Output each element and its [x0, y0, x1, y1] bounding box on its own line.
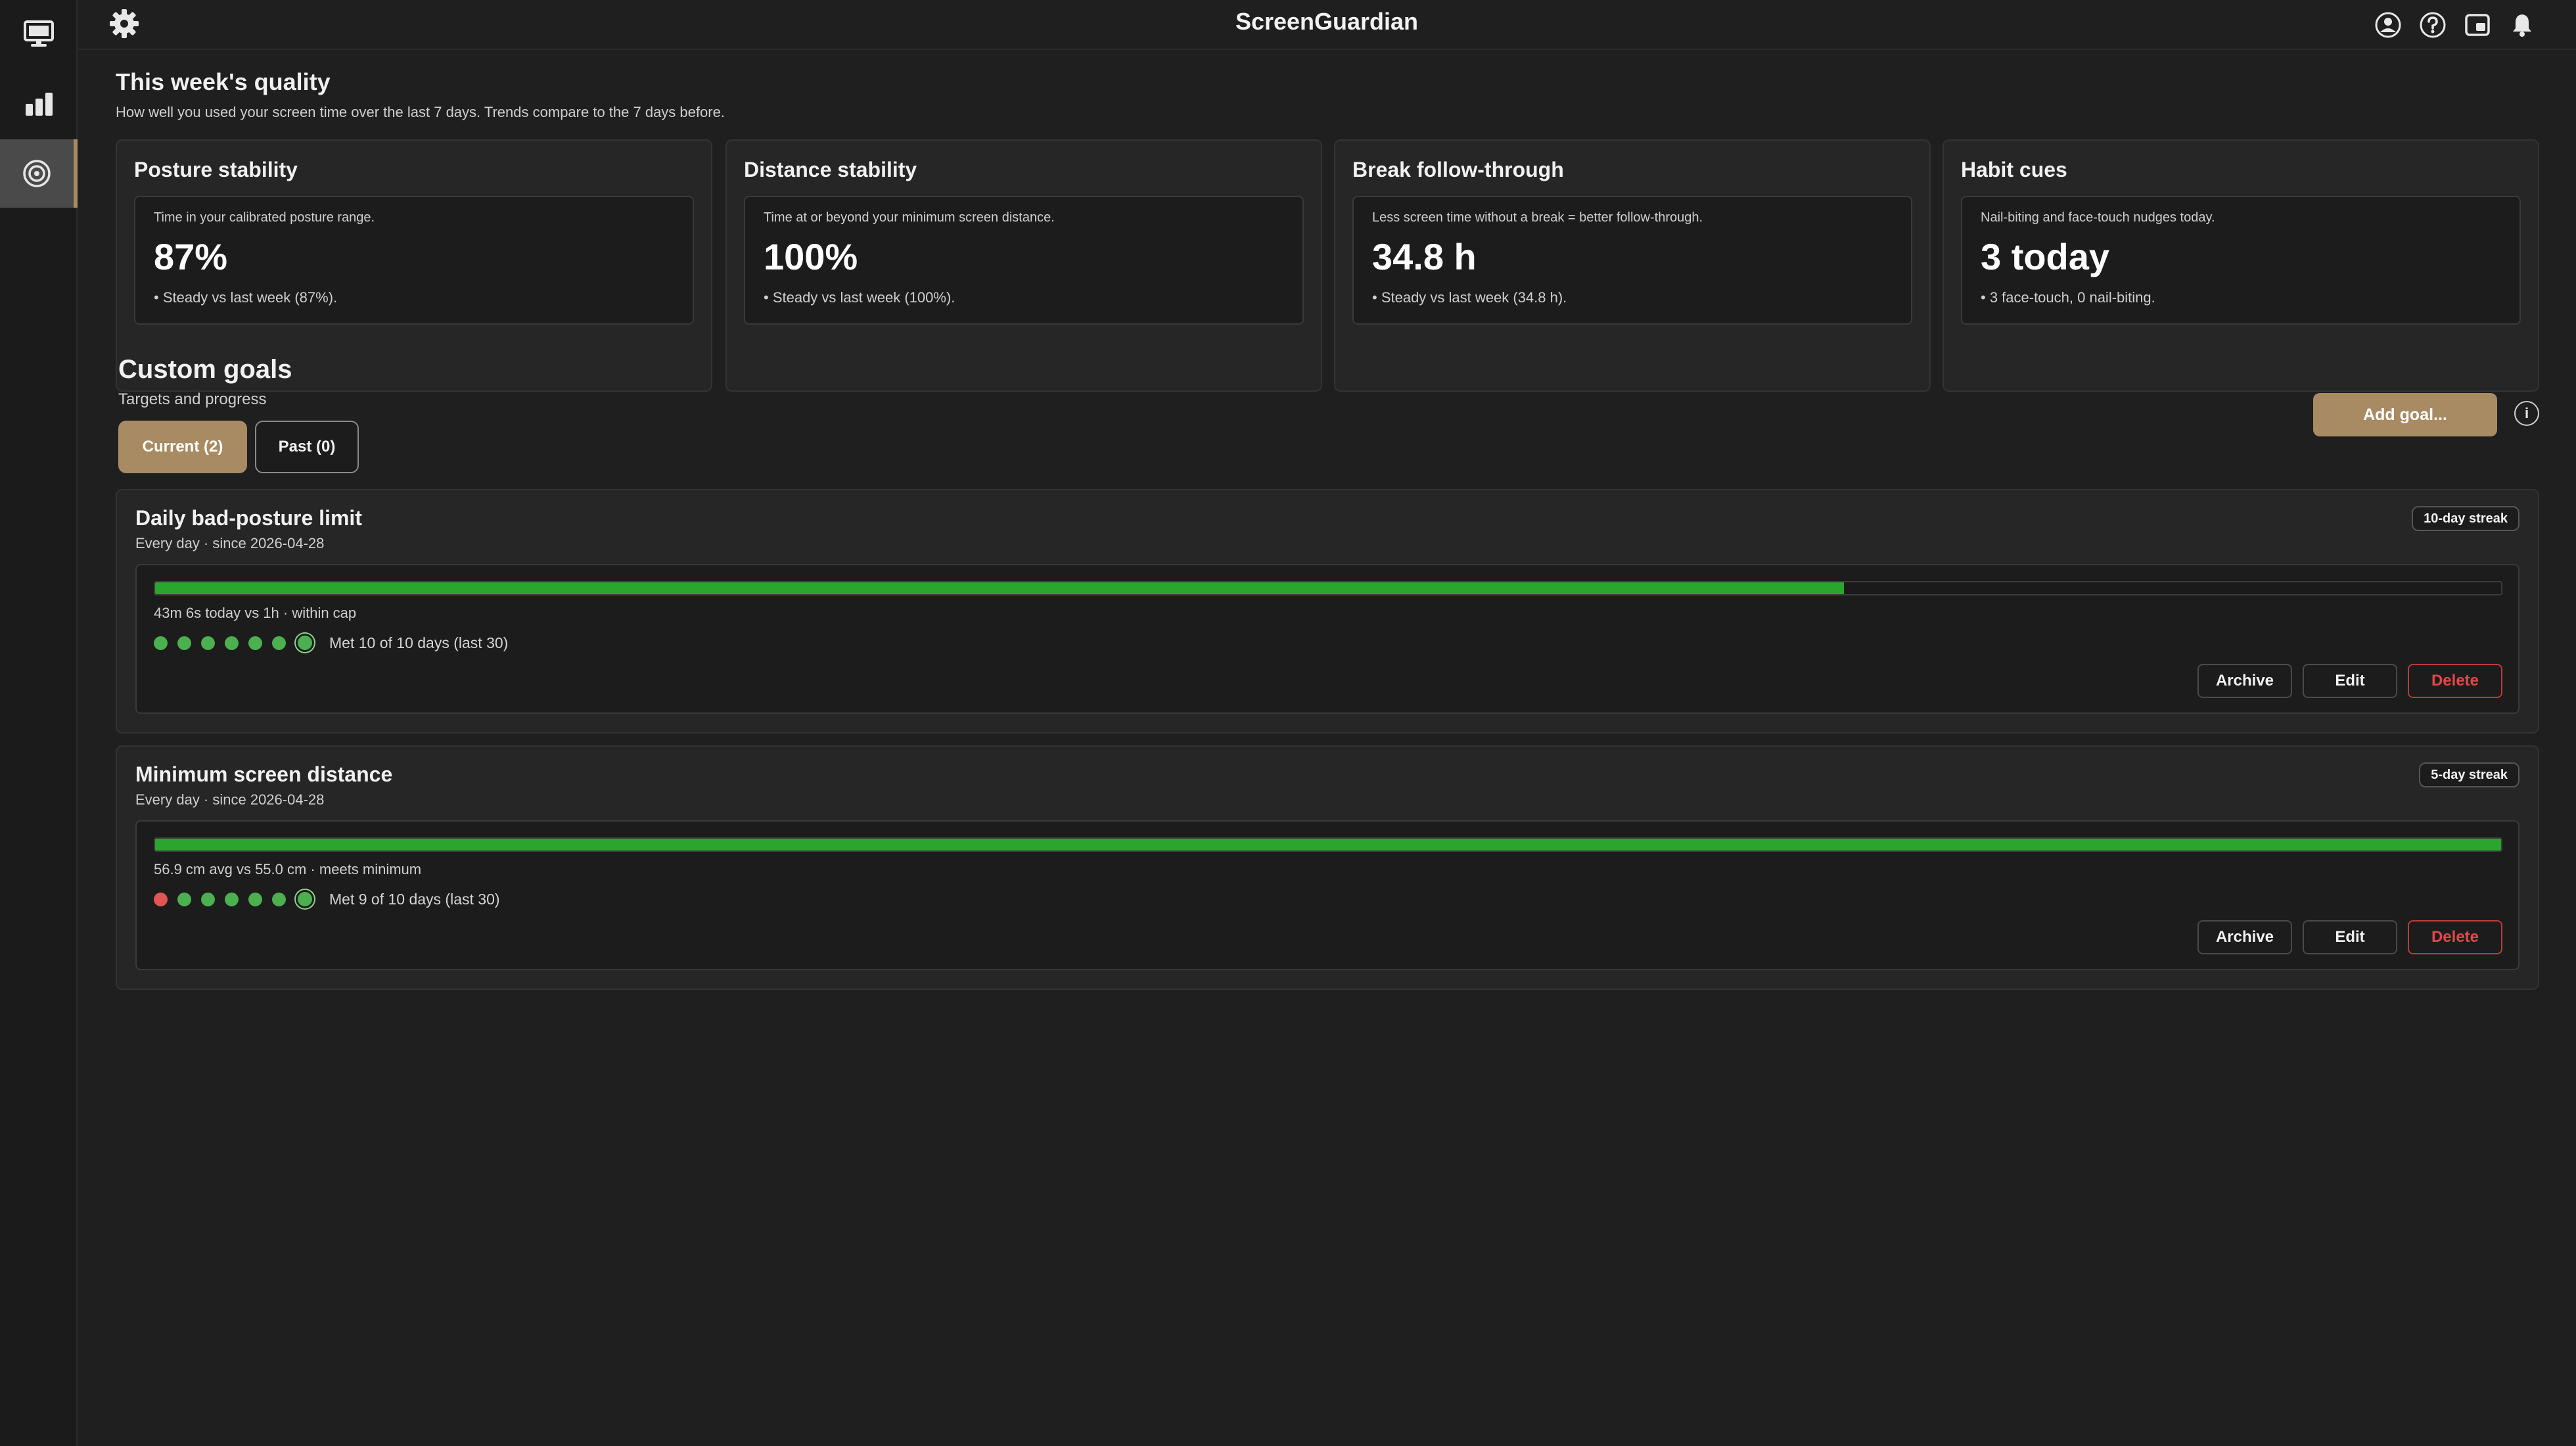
help-icon — [2420, 12, 2446, 38]
goal-title: Minimum screen distance — [135, 762, 393, 786]
goal-actions: Archive Edit Delete — [2197, 920, 2502, 954]
progress-bar — [154, 837, 2502, 852]
metric-value: 100% — [764, 236, 858, 277]
delete-button[interactable]: Delete — [2408, 664, 2502, 698]
goals-subtitle: Targets and progress — [118, 390, 267, 408]
met-summary: Met 10 of 10 days (last 30) — [329, 634, 509, 651]
day-status-dot — [177, 636, 191, 650]
notifications-button[interactable] — [2506, 9, 2538, 41]
day-status-dot — [272, 636, 286, 650]
main-content: This week's quality How well you used yo… — [78, 51, 2576, 1446]
target-icon — [23, 160, 51, 187]
metric-trend: • 3 face-touch, 0 nail-biting. — [1981, 289, 2155, 306]
metric-panel: Time at or beyond your minimum screen di… — [744, 196, 1304, 325]
day-history: Met 9 of 10 days (last 30) — [154, 890, 500, 908]
metric-title: Habit cues — [1961, 158, 2067, 181]
add-goal-button[interactable]: Add goal... — [2313, 393, 2497, 436]
app-title: ScreenGuardian — [1235, 8, 1419, 35]
goal-schedule: Every day · since 2026-04-28 — [135, 791, 325, 808]
day-status-dot — [201, 636, 215, 650]
metric-value: 87% — [154, 236, 228, 277]
archive-button[interactable]: Archive — [2197, 920, 2292, 954]
metric-description: Less screen time without a break = bette… — [1372, 210, 1703, 225]
account-icon — [2375, 12, 2401, 38]
metric-trend: • Steady vs last week (87%). — [154, 289, 338, 306]
metric-card-distance: Distance stability Time at or beyond you… — [725, 139, 1322, 392]
day-status-dot — [296, 634, 314, 652]
metric-value: 3 today — [1981, 236, 2110, 277]
metric-description: Time at or beyond your minimum screen di… — [764, 210, 1055, 225]
metric-panel: Nail-biting and face-touch nudges today.… — [1961, 196, 2521, 325]
progress-bar — [154, 581, 2502, 595]
bar-chart-icon — [26, 93, 53, 116]
day-status-dot — [154, 892, 168, 906]
quality-title: This week's quality — [116, 68, 331, 95]
app-window: ScreenGuardian This week's quality How w… — [0, 0, 2576, 1446]
sidebar-item-monitor[interactable] — [0, 0, 78, 68]
streak-badge: 10-day streak — [2412, 506, 2519, 531]
bell-icon — [2513, 14, 2531, 37]
monitor-icon — [24, 20, 54, 47]
day-status-dot — [225, 636, 239, 650]
metric-card-habits: Habit cues Nail-biting and face-touch nu… — [1943, 139, 2539, 392]
day-status-dot — [272, 892, 286, 906]
day-status-dot — [154, 636, 168, 650]
day-status-dot — [225, 892, 239, 906]
day-history: Met 10 of 10 days (last 30) — [154, 634, 508, 652]
account-button[interactable] — [2372, 9, 2404, 41]
help-button[interactable] — [2417, 9, 2449, 41]
metric-panel: Less screen time without a break = bette… — [1352, 196, 1912, 325]
info-icon[interactable]: i — [2514, 401, 2539, 426]
goal-stat: 56.9 cm avg vs 55.0 cm · meets minimum — [154, 861, 422, 877]
day-status-dot — [201, 892, 215, 906]
streak-badge: 5-day streak — [2419, 762, 2519, 787]
day-status-dot — [177, 892, 191, 906]
sidebar-item-stats[interactable] — [0, 70, 78, 138]
sidebar — [0, 0, 78, 1446]
metric-description: Nail-biting and face-touch nudges today. — [1981, 210, 2215, 225]
day-status-dot — [296, 890, 314, 908]
edit-button[interactable]: Edit — [2303, 920, 2397, 954]
top-icon-group — [2372, 9, 2538, 41]
met-summary: Met 9 of 10 days (last 30) — [329, 890, 500, 908]
goal-actions: Archive Edit Delete — [2197, 664, 2502, 698]
day-status-dot — [248, 636, 262, 650]
metric-description: Time in your calibrated posture range. — [154, 210, 375, 225]
metric-title: Break follow-through — [1352, 158, 1564, 181]
metric-card-breaks: Break follow-through Less screen time wi… — [1334, 139, 1931, 392]
goal-card-posture-limit: Daily bad-posture limit Every day · sinc… — [116, 489, 2539, 734]
picture-in-picture-icon — [2465, 14, 2490, 36]
goal-schedule: Every day · since 2026-04-28 — [135, 535, 325, 551]
sidebar-item-goals[interactable] — [0, 139, 78, 208]
goal-progress-panel: 43m 6s today vs 1h · within cap Met 10 o… — [135, 564, 2519, 714]
metric-title: Distance stability — [744, 158, 917, 181]
metric-title: Posture stability — [134, 158, 298, 181]
metric-trend: • Steady vs last week (100%). — [764, 289, 955, 306]
progress-fill — [155, 839, 2501, 851]
metric-trend: • Steady vs last week (34.8 h). — [1372, 289, 1567, 306]
quality-subtitle: How well you used your screen time over … — [116, 104, 725, 120]
tab-current-goals[interactable]: Current (2) — [118, 421, 247, 473]
goals-title: Custom goals — [118, 355, 292, 384]
top-bar: ScreenGuardian — [78, 0, 2576, 50]
tab-past-goals[interactable]: Past (0) — [255, 421, 359, 473]
goal-title: Daily bad-posture limit — [135, 506, 362, 530]
metric-card-posture: Posture stability Time in your calibrate… — [116, 139, 712, 392]
goal-progress-panel: 56.9 cm avg vs 55.0 cm · meets minimum M… — [135, 820, 2519, 970]
day-status-dot — [248, 892, 262, 906]
goal-stat: 43m 6s today vs 1h · within cap — [154, 605, 357, 621]
goal-card-min-distance: Minimum screen distance Every day · sinc… — [116, 745, 2539, 990]
progress-fill — [155, 582, 1845, 594]
metric-value: 34.8 h — [1372, 236, 1477, 277]
metric-panel: Time in your calibrated posture range. 8… — [134, 196, 694, 325]
delete-button[interactable]: Delete — [2408, 920, 2502, 954]
archive-button[interactable]: Archive — [2197, 664, 2292, 698]
mini-window-button[interactable] — [2462, 9, 2493, 41]
edit-button[interactable]: Edit — [2303, 664, 2397, 698]
